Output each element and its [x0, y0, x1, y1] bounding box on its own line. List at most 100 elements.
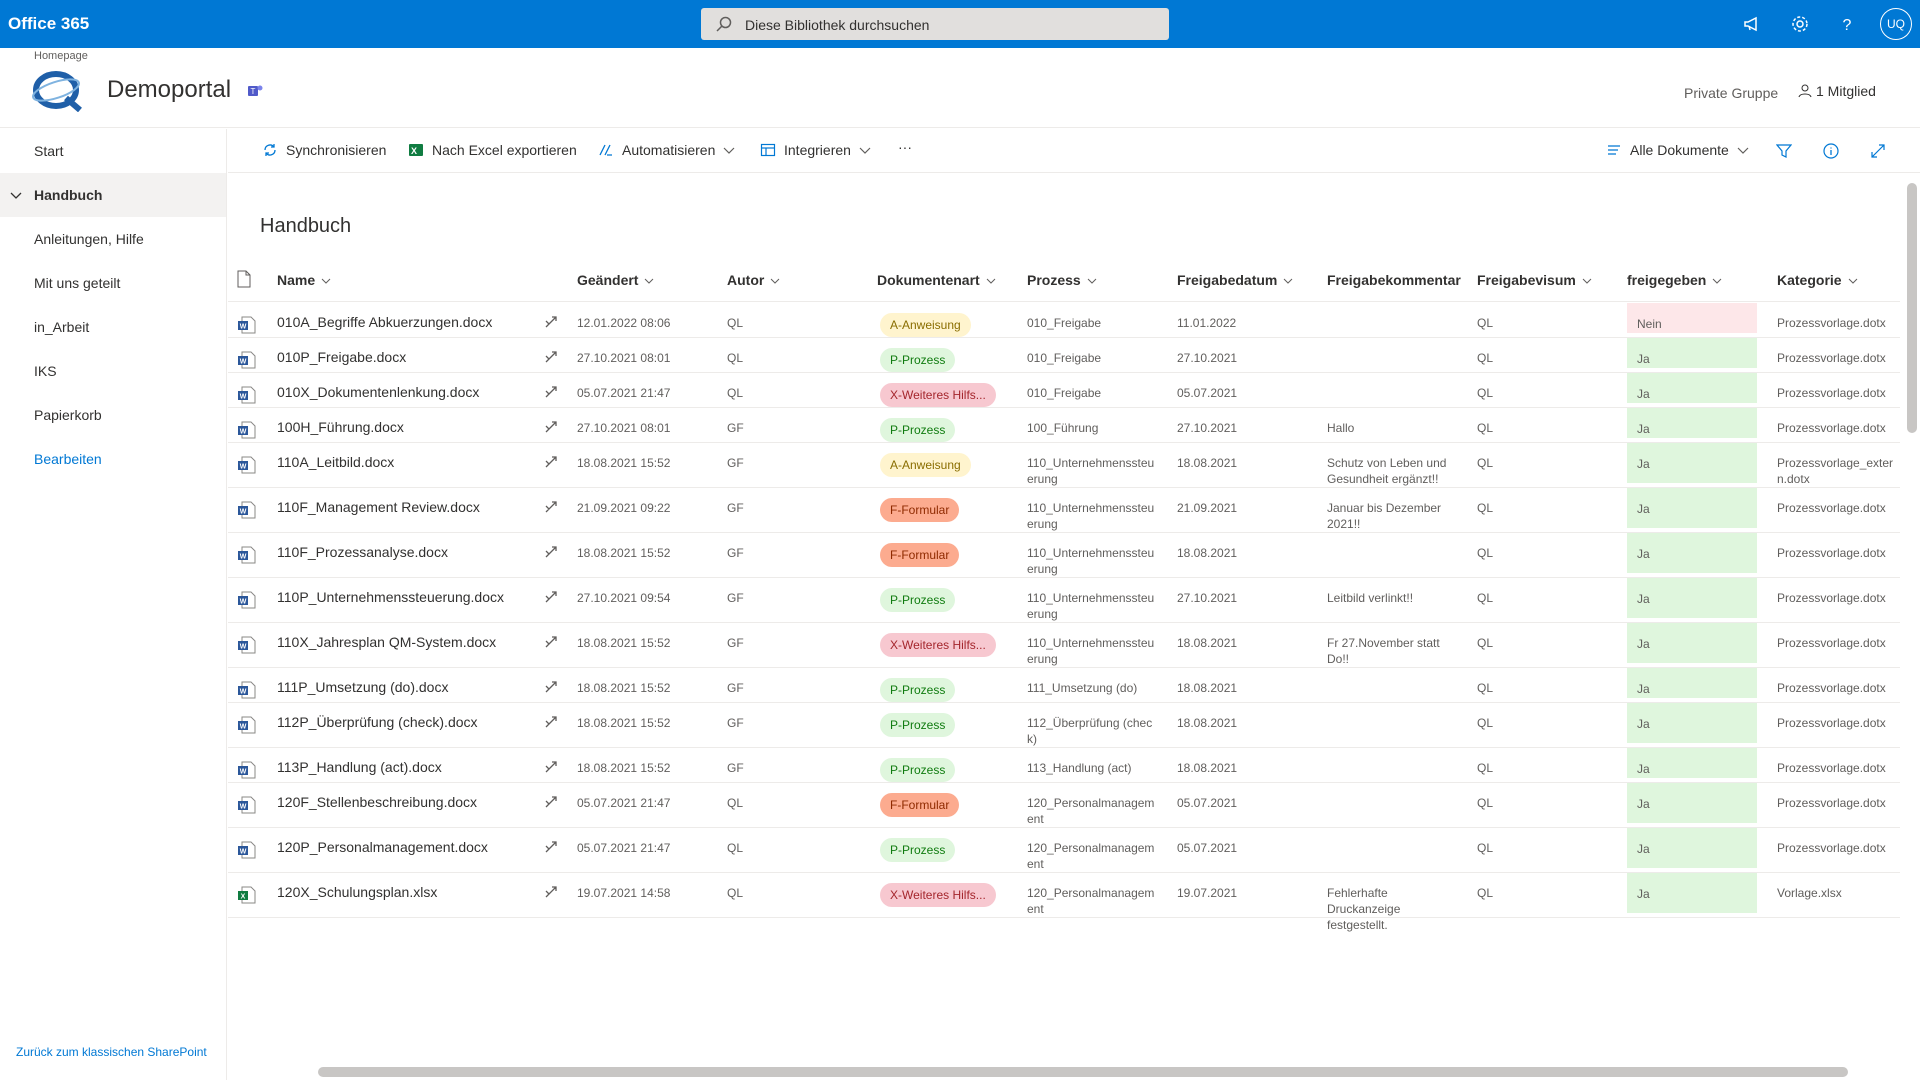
file-type-icon[interactable]: [236, 270, 252, 288]
table-row[interactable]: W110X_Jahresplan QM-System.docx18.08.202…: [228, 623, 1900, 668]
column-released[interactable]: freigegeben: [1627, 272, 1722, 288]
released-status: Ja: [1627, 668, 1757, 698]
user-avatar[interactable]: UQ: [1880, 8, 1912, 40]
integrate-button[interactable]: Integrieren: [760, 142, 871, 158]
file-name-link[interactable]: 010X_Dokumentenlenkung.docx: [277, 384, 479, 400]
modified-date: 27.10.2021 09:54: [577, 590, 670, 606]
info-icon[interactable]: [1823, 143, 1839, 159]
more-commands-button[interactable]: ···: [898, 139, 912, 155]
file-name-link[interactable]: 120F_Stellenbeschreibung.docx: [277, 794, 477, 810]
share-icon[interactable]: [544, 680, 558, 694]
view-switcher[interactable]: Alle Dokumente: [1606, 142, 1749, 158]
nav-item-iks[interactable]: IKS: [0, 349, 226, 393]
share-icon[interactable]: [544, 795, 558, 809]
teams-icon[interactable]: T: [246, 82, 264, 100]
export-excel-button[interactable]: X Nach Excel exportieren: [408, 142, 577, 158]
file-name-link[interactable]: 111P_Umsetzung (do).docx: [277, 679, 448, 695]
nav-item-in-arbeit[interactable]: in_Arbeit: [0, 305, 226, 349]
nav-label: Handbuch: [34, 187, 102, 203]
scrollbar-thumb[interactable]: [1907, 183, 1917, 433]
horizontal-scrollbar[interactable]: [228, 1064, 1904, 1080]
column-modified-label: Geändert: [577, 272, 638, 288]
column-name[interactable]: Name: [277, 272, 331, 288]
file-name-link[interactable]: 110P_Unternehmenssteuerung.docx: [277, 589, 504, 605]
share-icon[interactable]: [544, 545, 558, 559]
file-name-link[interactable]: 010P_Freigabe.docx: [277, 349, 406, 365]
chevron-down-icon: [321, 276, 331, 286]
file-name-link[interactable]: 110F_Prozessanalyse.docx: [277, 544, 448, 560]
table-row[interactable]: W110A_Leitbild.docx18.08.2021 15:52GFA-A…: [228, 443, 1900, 488]
table-row[interactable]: W120P_Personalmanagement.docx05.07.2021 …: [228, 828, 1900, 873]
table-row[interactable]: W113P_Handlung (act).docx18.08.2021 15:5…: [228, 748, 1900, 783]
nav-item-anleitungen[interactable]: Anleitungen, Hilfe: [0, 217, 226, 261]
table-row[interactable]: W110P_Unternehmenssteuerung.docx27.10.20…: [228, 578, 1900, 623]
column-release-date[interactable]: Freigabedatum: [1177, 272, 1293, 288]
share-icon[interactable]: [544, 385, 558, 399]
nav-edit-link[interactable]: Bearbeiten: [0, 437, 226, 481]
scrollbar-thumb[interactable]: [318, 1067, 1848, 1077]
fullscreen-icon[interactable]: [1870, 143, 1886, 159]
file-name-link[interactable]: 113P_Handlung (act).docx: [277, 759, 442, 775]
file-name-link[interactable]: 110A_Leitbild.docx: [277, 454, 394, 470]
file-name-link[interactable]: 120P_Personalmanagement.docx: [277, 839, 488, 855]
table-row[interactable]: W010X_Dokumentenlenkung.docx05.07.2021 2…: [228, 373, 1900, 408]
app-launcher-brand[interactable]: Office 365: [8, 14, 89, 34]
nav-item-papierkorb[interactable]: Papierkorb: [0, 393, 226, 437]
breadcrumb[interactable]: Homepage: [34, 50, 88, 62]
file-name-link[interactable]: 110X_Jahresplan QM-System.docx: [277, 634, 496, 650]
help-icon[interactable]: ?: [1835, 12, 1859, 36]
share-icon[interactable]: [544, 590, 558, 604]
table-row[interactable]: X120X_Schulungsplan.xlsx19.07.2021 14:58…: [228, 873, 1900, 918]
share-icon[interactable]: [544, 885, 558, 899]
share-icon[interactable]: [544, 500, 558, 514]
file-name-link[interactable]: 110F_Management Review.docx: [277, 499, 480, 515]
column-release-visa[interactable]: Freigabevisum: [1477, 272, 1592, 288]
search-box[interactable]: Diese Bibliothek durchsuchen: [701, 8, 1169, 40]
command-bar: Synchronisieren X Nach Excel exportieren…: [228, 129, 1920, 173]
vertical-scrollbar[interactable]: [1904, 175, 1920, 1065]
file-name-link[interactable]: 112P_Überprüfung (check).docx: [277, 714, 478, 730]
column-release-comment[interactable]: Freigabekommentar: [1327, 272, 1461, 288]
column-process[interactable]: Prozess: [1027, 272, 1097, 288]
share-icon[interactable]: [544, 715, 558, 729]
table-row[interactable]: W010P_Freigabe.docx27.10.2021 08:01QLP-P…: [228, 338, 1900, 373]
share-icon[interactable]: [544, 315, 558, 329]
site-logo[interactable]: [30, 62, 86, 112]
share-icon[interactable]: [544, 420, 558, 434]
chevron-down-icon[interactable]: [10, 189, 22, 201]
column-author[interactable]: Autor: [727, 272, 780, 288]
table-row[interactable]: W100H_Führung.docx27.10.2021 08:01GFP-Pr…: [228, 408, 1900, 443]
share-icon[interactable]: [544, 635, 558, 649]
release-date: 18.08.2021: [1177, 680, 1237, 696]
file-name-link[interactable]: 120X_Schulungsplan.xlsx: [277, 884, 437, 900]
nav-item-handbuch[interactable]: Handbuch: [0, 173, 226, 217]
nav-item-start[interactable]: Start: [0, 129, 226, 173]
megaphone-icon[interactable]: [1741, 12, 1765, 36]
release-visa: QL: [1477, 315, 1493, 331]
automate-button[interactable]: Automatisieren: [598, 142, 735, 158]
table-row[interactable]: W111P_Umsetzung (do).docx18.08.2021 15:5…: [228, 668, 1900, 703]
share-icon[interactable]: [544, 760, 558, 774]
file-name-link[interactable]: 010A_Begriffe Abkuerzungen.docx: [277, 314, 492, 330]
table-row[interactable]: W112P_Überprüfung (check).docx18.08.2021…: [228, 703, 1900, 748]
category: Prozessvorlage.dotx: [1777, 760, 1900, 776]
classic-sharepoint-link[interactable]: Zurück zum klassischen SharePoint: [16, 1045, 207, 1059]
release-date: 05.07.2021: [1177, 840, 1237, 856]
share-icon[interactable]: [544, 840, 558, 854]
nav-item-mit-uns-geteilt[interactable]: Mit uns geteilt: [0, 261, 226, 305]
members-button[interactable]: 1 Mitglied: [1798, 83, 1876, 99]
table-row[interactable]: W110F_Prozessanalyse.docx18.08.2021 15:5…: [228, 533, 1900, 578]
column-modified[interactable]: Geändert: [577, 272, 654, 288]
share-icon[interactable]: [544, 350, 558, 364]
gear-icon[interactable]: [1788, 12, 1812, 36]
column-category[interactable]: Kategorie: [1777, 272, 1858, 288]
sync-button[interactable]: Synchronisieren: [262, 142, 386, 158]
table-row[interactable]: W110F_Management Review.docx21.09.2021 0…: [228, 488, 1900, 533]
table-row[interactable]: W120F_Stellenbeschreibung.docx05.07.2021…: [228, 783, 1900, 828]
table-row[interactable]: W010A_Begriffe Abkuerzungen.docx12.01.20…: [228, 303, 1900, 338]
file-name-link[interactable]: 100H_Führung.docx: [277, 419, 404, 435]
share-icon[interactable]: [544, 455, 558, 469]
filter-icon[interactable]: [1776, 143, 1792, 159]
column-doctype[interactable]: Dokumentenart: [877, 272, 996, 288]
author: QL: [727, 840, 743, 856]
